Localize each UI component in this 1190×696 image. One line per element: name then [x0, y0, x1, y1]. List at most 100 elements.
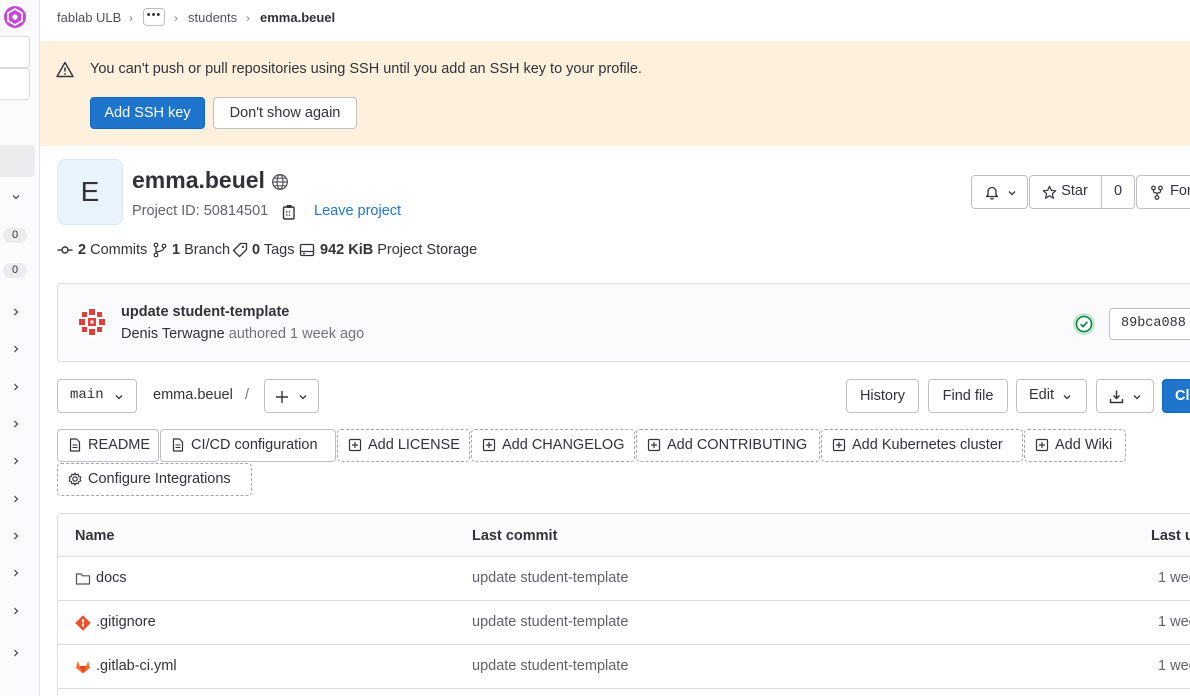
- configure-integrations-label: Configure Integrations: [88, 471, 231, 487]
- fork-label: Fork: [1170, 183, 1190, 199]
- chevron-down-icon: [115, 395, 123, 400]
- add-ssh-key-button[interactable]: Add SSH key: [90, 97, 205, 129]
- readme-button[interactable]: README: [57, 429, 159, 462]
- warning-icon: [56, 61, 74, 78]
- breadcrumb-separator: ›: [246, 11, 250, 25]
- commits-label: Commits: [90, 242, 148, 258]
- cicd-configuration-button[interactable]: CI/CD configuration: [160, 429, 336, 462]
- table-row[interactable]: .gitignore update student-template 1 wee…: [58, 601, 1190, 645]
- fork-button[interactable]: Fork: [1136, 175, 1190, 209]
- plus-icon: [276, 391, 288, 403]
- author-avatar[interactable]: [75, 305, 109, 339]
- star-count[interactable]: 0: [1101, 175, 1135, 209]
- table-row[interactable]: docs update student-template 1 week ago: [58, 557, 1190, 601]
- ssh-key-banner: You can't push or pull repositories usin…: [40, 42, 1190, 146]
- commit-author-link[interactable]: Denis Terwagne: [121, 326, 225, 342]
- last-commit-panel: update student-template Denis Terwagne a…: [57, 283, 1190, 362]
- configure-integrations-button[interactable]: Configure Integrations: [57, 463, 252, 496]
- dont-show-again-button[interactable]: Don't show again: [213, 97, 357, 129]
- chevron-right-icon[interactable]: [11, 568, 21, 578]
- leave-project-link[interactable]: Leave project: [314, 203, 401, 219]
- plus-square-icon: [647, 438, 661, 452]
- chevron-right-icon[interactable]: [11, 494, 21, 504]
- file-name-link[interactable]: .gitignore: [96, 614, 156, 630]
- chevron-right-icon[interactable]: [11, 606, 21, 616]
- commit-title-link[interactable]: update student-template: [121, 304, 289, 320]
- file-last-commit-link[interactable]: update student-template: [472, 570, 628, 586]
- chevron-down-icon[interactable]: [11, 192, 21, 202]
- download-dropdown[interactable]: [1096, 379, 1154, 413]
- plus-square-icon: [482, 438, 496, 452]
- storage-label: Project Storage: [377, 242, 478, 258]
- sidebar-nav-box[interactable]: [0, 68, 30, 100]
- storage-stat-link[interactable]: 942 KiB Project Storage: [320, 242, 477, 258]
- tags-stat-link[interactable]: 0 Tags: [252, 242, 295, 258]
- file-last-update: 1 week ago: [1158, 614, 1190, 630]
- breadcrumb-subgroup-link[interactable]: students: [188, 10, 237, 26]
- chevron-right-icon[interactable]: [11, 344, 21, 354]
- add-to-tree-dropdown[interactable]: [264, 379, 319, 413]
- find-file-button[interactable]: Find file: [928, 379, 1008, 413]
- chevron-down-icon: [1133, 395, 1141, 400]
- commit-sha-button[interactable]: 89bca088: [1109, 308, 1190, 340]
- commits-count: 2: [78, 242, 87, 258]
- commits-stat-link[interactable]: 2 Commits: [78, 242, 147, 258]
- commit-meta: authored 1 week ago: [228, 326, 365, 342]
- storage-size: 942 KiB: [320, 242, 374, 258]
- sidebar-item-active[interactable]: [0, 145, 35, 177]
- add-kubernetes-cluster-label: Add Kubernetes cluster: [852, 437, 1003, 453]
- breadcrumb-separator: ›: [174, 11, 178, 25]
- add-contributing-button[interactable]: Add CONTRIBUTING: [636, 429, 820, 462]
- project-id: Project ID: 50814501: [132, 203, 269, 219]
- folder-icon: [75, 573, 91, 585]
- file-name-link[interactable]: docs: [96, 570, 127, 586]
- chevron-right-icon[interactable]: [11, 419, 21, 429]
- table-row[interactable]: .gitlab-ci.yml update student-template 1…: [58, 645, 1190, 689]
- tags-label: Tags: [263, 242, 295, 258]
- star-icon: [1042, 185, 1057, 199]
- add-wiki-button[interactable]: Add Wiki: [1024, 429, 1126, 462]
- star-button[interactable]: Star: [1029, 175, 1102, 209]
- file-name-link[interactable]: .gitlab-ci.yml: [96, 658, 177, 674]
- edit-dropdown[interactable]: Edit: [1016, 379, 1087, 413]
- breadcrumb-group-link[interactable]: fablab ULB: [57, 10, 121, 26]
- commit-icon: [57, 246, 73, 254]
- edit-label: Edit: [1029, 387, 1054, 403]
- breadcrumb-project-link[interactable]: emma.beuel: [260, 10, 335, 26]
- globe-icon: [272, 174, 288, 190]
- copy-icon[interactable]: [282, 204, 296, 220]
- app-logo-icon[interactable]: [3, 5, 27, 29]
- chevron-right-icon[interactable]: [11, 531, 21, 541]
- add-license-button[interactable]: Add LICENSE: [337, 429, 470, 462]
- notification-dropdown[interactable]: [971, 175, 1028, 209]
- star-label: Star: [1061, 183, 1088, 199]
- storage-icon: [299, 243, 315, 257]
- file-last-commit-link[interactable]: update student-template: [472, 614, 628, 630]
- sidebar-count-merge-requests: 0: [3, 263, 27, 278]
- add-changelog-button[interactable]: Add CHANGELOG: [471, 429, 635, 462]
- tags-count: 0: [252, 242, 261, 258]
- file-last-commit-link[interactable]: update student-template: [472, 658, 628, 674]
- git-icon: [75, 615, 91, 631]
- branch-label: Branch: [184, 242, 231, 258]
- chevron-right-icon[interactable]: [11, 648, 21, 658]
- file-icon: [69, 438, 81, 452]
- bell-icon: [985, 186, 999, 200]
- chevron-down-icon: [1008, 191, 1016, 196]
- branch-stat-link[interactable]: 1 Branch: [172, 242, 230, 258]
- commit-author-line: Denis Terwagne authored 1 week ago: [121, 326, 364, 342]
- history-button[interactable]: History: [846, 379, 919, 413]
- file-icon: [172, 438, 184, 452]
- clone-button[interactable]: Clone: [1162, 379, 1190, 413]
- sidebar-count-issues: 0: [3, 228, 27, 243]
- repo-path-separator: /: [245, 387, 250, 403]
- pipeline-passed-icon[interactable]: [1072, 312, 1096, 336]
- repo-path-link[interactable]: emma.beuel: [153, 387, 233, 403]
- branch-selector[interactable]: main: [57, 379, 137, 413]
- chevron-right-icon[interactable]: [11, 456, 21, 466]
- breadcrumb-more-button[interactable]: •••: [143, 8, 165, 26]
- sidebar-search-box[interactable]: [0, 36, 30, 68]
- chevron-right-icon[interactable]: [11, 382, 21, 392]
- chevron-right-icon[interactable]: [11, 307, 21, 317]
- add-kubernetes-cluster-button[interactable]: Add Kubernetes cluster: [821, 429, 1023, 462]
